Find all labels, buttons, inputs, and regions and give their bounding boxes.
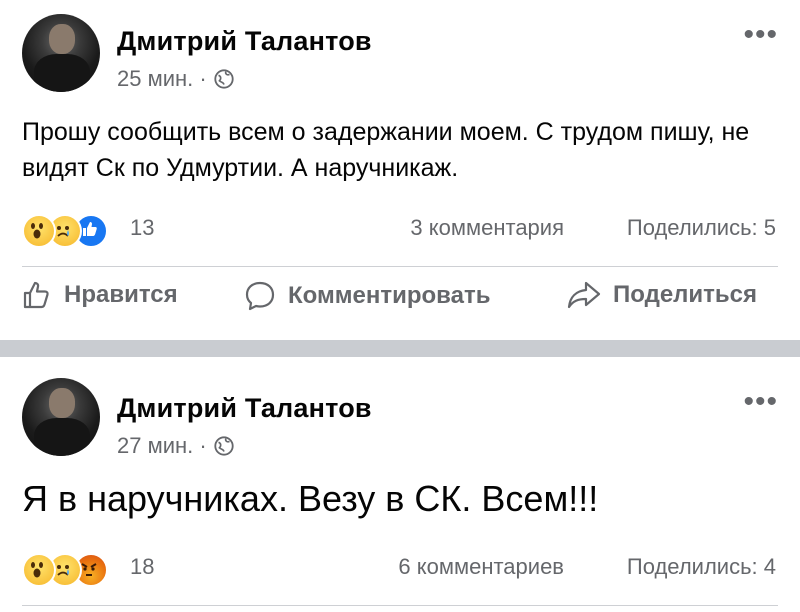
post-meta: 27 мин. ·: [117, 433, 235, 459]
more-options-icon[interactable]: •••: [743, 20, 778, 50]
post-card: Дмитрий Талантов 25 мин. · ••• Прошу соо…: [0, 0, 800, 340]
author-name[interactable]: Дмитрий Талантов: [117, 393, 372, 424]
comments-count[interactable]: 3 комментария: [410, 215, 564, 241]
post-text: Прошу сообщить всем о задержании моем. С…: [22, 118, 750, 182]
shares-count[interactable]: Поделились: 4: [627, 554, 776, 580]
globe-icon: [214, 69, 234, 89]
globe-icon: [214, 436, 234, 456]
reaction-count: 18: [130, 554, 155, 579]
post-text: Я в наручниках. Везу в СК. Всем!!!: [22, 478, 599, 519]
share-button[interactable]: Поделиться: [567, 280, 757, 310]
wow-reaction-icon: [22, 553, 56, 587]
divider: [22, 605, 778, 606]
like-button[interactable]: Нравится: [22, 280, 178, 310]
comment-button[interactable]: Комментировать: [244, 280, 490, 312]
post-meta: 25 мин. ·: [117, 66, 235, 92]
divider: [22, 266, 778, 267]
share-arrow-icon: [567, 281, 601, 309]
author-name[interactable]: Дмитрий Талантов: [117, 26, 372, 57]
post-actions: Нравится Комментировать Поделиться: [0, 280, 800, 330]
shares-count[interactable]: Поделились: 5: [627, 215, 776, 241]
post-time[interactable]: 27 мин. ·: [117, 433, 207, 459]
comment-bubble-icon: [245, 281, 275, 311]
post-time[interactable]: 25 мин. ·: [117, 66, 207, 92]
author-avatar[interactable]: [22, 14, 100, 92]
thumbs-up-icon: [23, 281, 49, 309]
reactions-summary[interactable]: 13 3 комментария Поделились: 5: [22, 214, 776, 248]
reactions-summary[interactable]: 18 6 комментариев Поделились: 4: [22, 553, 776, 587]
reaction-count: 13: [130, 215, 155, 240]
author-avatar[interactable]: [22, 378, 100, 456]
more-options-icon[interactable]: •••: [743, 387, 778, 417]
share-label: Поделиться: [613, 281, 758, 308]
post-separator: [0, 340, 800, 357]
post-card: Дмитрий Талантов 27 мин. · ••• Я в наруч…: [0, 357, 800, 612]
wow-reaction-icon: [22, 214, 56, 248]
comment-label: Комментировать: [288, 282, 491, 309]
comments-count[interactable]: 6 комментариев: [398, 554, 564, 580]
like-label: Нравится: [64, 281, 178, 308]
